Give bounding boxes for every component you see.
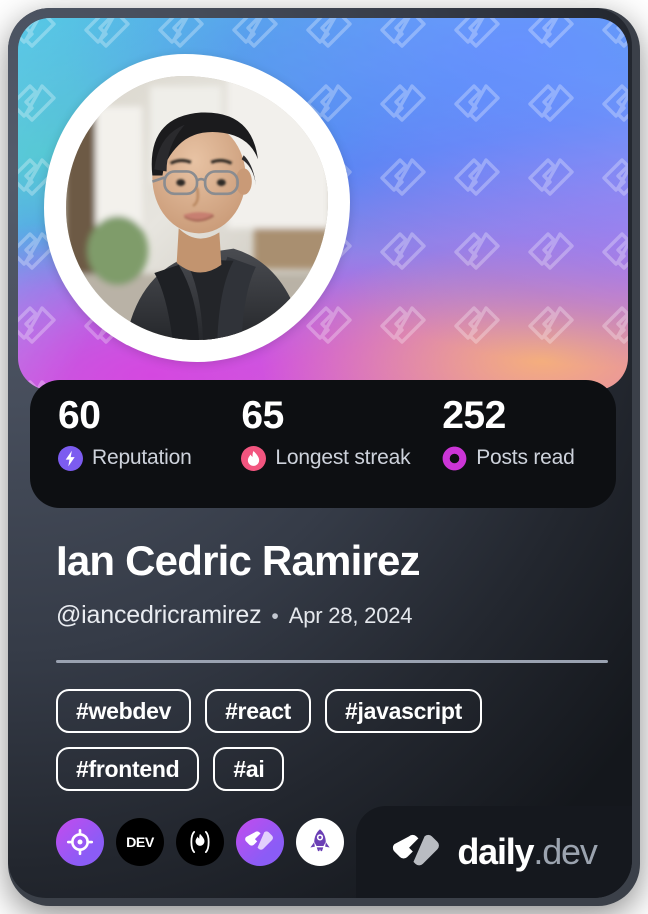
daily-dev-logo-icon [393,834,440,865]
stat-label: Reputation [92,446,192,470]
stat-value: 252 [442,394,506,437]
brand-suffix: .dev [533,831,597,872]
stat-value: 65 [241,394,284,437]
devcard: 60 Reputation 65 Longest streak 252 Post… [8,8,640,906]
meta-separator: • [271,605,279,628]
daily-dev-brand: daily .dev [356,806,632,898]
tag-chip[interactable]: #ai [213,747,285,791]
profile-joined-date: Apr 28, 2024 [288,603,413,628]
badge-list: DEV [56,818,344,866]
crosshair-target-badge[interactable] [56,818,104,866]
daily-dev-badge[interactable] [236,818,284,866]
stats-bar: 60 Reputation 65 Longest streak 252 Post… [30,380,616,508]
tag-list: #webdev #react #javascript #frontend #ai [56,689,612,791]
flame-parens-badge[interactable] [176,818,224,866]
stat-label: Longest streak [275,446,411,470]
cover-image [18,18,628,390]
devcard-inner: 60 Reputation 65 Longest streak 252 Post… [8,8,632,898]
stat-longest-streak: 65 Longest streak [241,380,442,508]
avatar [44,54,350,362]
rocket-badge[interactable] [296,818,344,866]
brand-wordmark: daily .dev [457,831,598,873]
bolt-icon [58,445,83,471]
tag-chip[interactable]: #javascript [325,689,482,733]
profile-body: Ian Cedric Ramirez @iancedricramirez • A… [8,508,632,898]
crosshair-icon [66,828,94,856]
flame-icon [241,445,267,471]
brand-name: daily [457,831,534,872]
profile-handle: @iancedricramirez [56,601,262,629]
tag-chip[interactable]: #react [205,689,312,733]
dev-to-badge[interactable]: DEV [116,818,164,866]
daily-dev-chevron-icon [245,831,273,850]
tag-chip[interactable]: #webdev [56,689,192,733]
svg-text:DEV: DEV [126,835,155,851]
flame-parens-icon [190,831,210,853]
tag-chip[interactable]: #frontend [56,747,200,791]
ring-icon [442,446,467,471]
dev-logo-icon: DEV [126,835,155,851]
stat-value: 60 [58,394,101,437]
stat-reputation: 60 Reputation [58,380,241,508]
rocket-icon [310,829,330,852]
stat-posts-read: 252 Posts read [442,380,616,508]
profile-meta: @iancedricramirez • Apr 28, 2024 [56,601,413,630]
stat-label: Posts read [476,446,575,470]
profile-name: Ian Cedric Ramirez [56,537,421,584]
divider [56,660,608,663]
